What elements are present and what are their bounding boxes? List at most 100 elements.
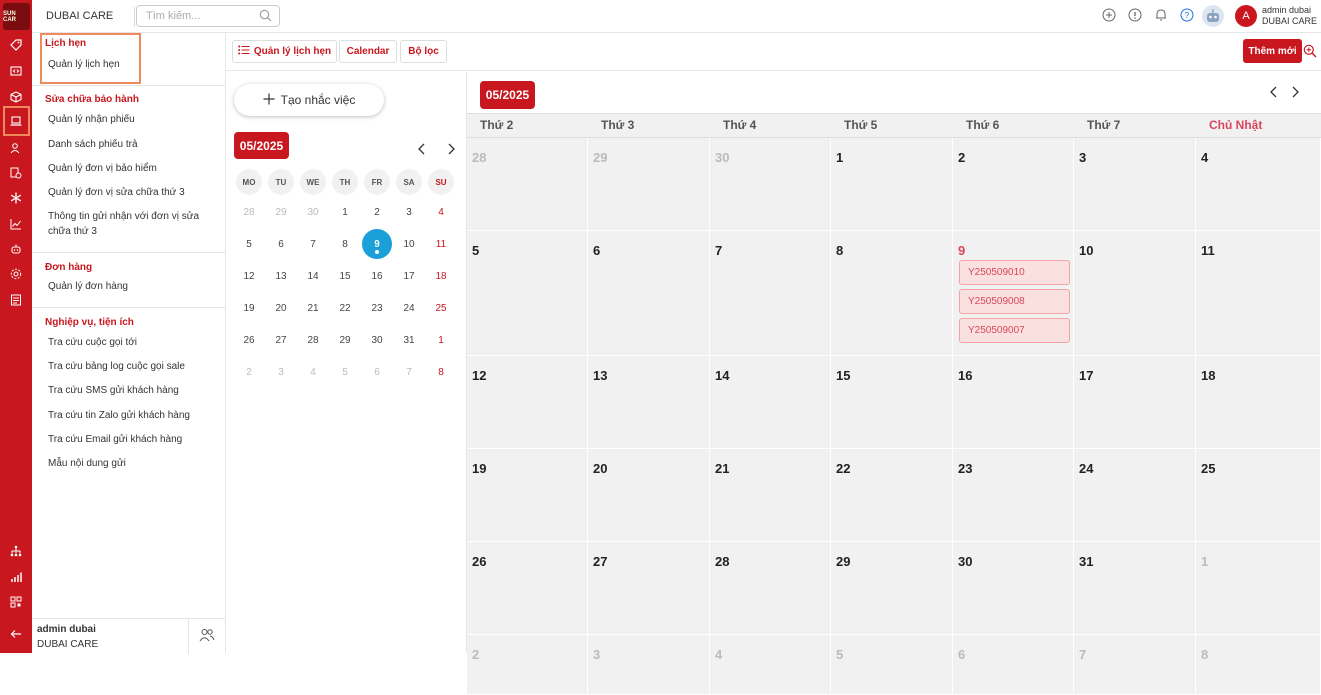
sidebar-item-incoming-calls[interactable]: Tra cứu cuộc gọi tới (48, 335, 218, 350)
mini-day[interactable]: 11 (428, 234, 454, 254)
day-cell[interactable]: 7 (1074, 635, 1196, 695)
info-circle-icon[interactable] (1128, 8, 1142, 27)
day-cell[interactable]: 23 (953, 449, 1074, 542)
sidebar-item-receipts[interactable]: Quản lý nhận phiếu (48, 112, 218, 127)
appointment-event[interactable]: Y250509008 (959, 289, 1070, 314)
mini-day[interactable]: 6 (364, 362, 390, 382)
day-cell[interactable]: 30 (953, 542, 1074, 635)
mini-day[interactable]: 29 (268, 202, 294, 222)
mini-prev-month-icon[interactable] (417, 142, 427, 158)
signal-bars-icon[interactable] (8, 569, 24, 585)
mini-day[interactable]: 14 (300, 266, 326, 286)
arrow-left-icon[interactable] (8, 626, 24, 642)
mini-day[interactable]: 5 (236, 234, 262, 254)
day-cell[interactable]: 29 (588, 138, 710, 231)
day-cell[interactable]: 31 (1074, 542, 1196, 635)
day-cell[interactable]: 6 (588, 231, 710, 356)
day-cell[interactable]: 6 (953, 635, 1074, 695)
mini-day[interactable]: 7 (300, 234, 326, 254)
mini-day[interactable]: 10 (396, 234, 422, 254)
sidebar-item-sms-lookup[interactable]: Tra cứu SMS gửi khách hàng (48, 383, 218, 398)
zoom-in-icon[interactable] (1303, 44, 1317, 63)
app-logo[interactable]: SUN CAR (3, 3, 30, 30)
mini-day[interactable]: 21 (300, 298, 326, 318)
add-new-button[interactable]: Thêm mới (1243, 39, 1302, 63)
mini-day[interactable]: 18 (428, 266, 454, 286)
mini-day[interactable]: 5 (332, 362, 358, 382)
sidebar-item-message-templates[interactable]: Mẫu nội dung gửi (48, 456, 218, 471)
mini-day[interactable]: 25 (428, 298, 454, 318)
bot-avatar-icon[interactable] (1201, 4, 1225, 33)
sidebar-item-return-slips[interactable]: Danh sách phiếu trả (48, 137, 218, 152)
code-icon[interactable] (8, 63, 24, 79)
mini-day[interactable]: 28 (236, 202, 262, 222)
day-cell[interactable]: 15 (831, 356, 953, 449)
settings-icon[interactable] (8, 266, 24, 282)
day-cell[interactable]: 4 (710, 635, 831, 695)
tag-icon[interactable] (8, 37, 24, 53)
robot-icon[interactable] (8, 241, 24, 257)
avatar[interactable]: A (1235, 5, 1257, 27)
day-cell[interactable]: 3 (1074, 138, 1196, 231)
mini-day[interactable]: 2 (364, 202, 390, 222)
mini-day[interactable]: 22 (332, 298, 358, 318)
qr-code-icon[interactable] (8, 594, 24, 610)
day-cell[interactable]: 13 (588, 356, 710, 449)
help-icon[interactable]: ? (1180, 8, 1194, 27)
mini-month-label[interactable]: 05/2025 (234, 132, 289, 159)
day-cell[interactable]: 28 (467, 138, 588, 231)
day-cell[interactable]: 14 (710, 356, 831, 449)
sidebar-item-appointments[interactable]: Quản lý lịch hẹn (48, 57, 218, 72)
day-cell[interactable]: 10 (1074, 231, 1196, 356)
day-cell[interactable]: 19 (467, 449, 588, 542)
mini-day[interactable]: 24 (396, 298, 422, 318)
day-cell[interactable]: 21 (710, 449, 831, 542)
day-cell-today[interactable]: 9 Y250509010 Y250509008 Y250509007 (953, 231, 1074, 356)
sidebar-item-zalo-lookup[interactable]: Tra cứu tin Zalo gửi khách hàng (48, 408, 218, 423)
appointment-event[interactable]: Y250509007 (959, 318, 1070, 343)
tab-filter[interactable]: Bộ lọc (400, 40, 447, 63)
asterisk-icon[interactable] (8, 190, 24, 206)
search-input[interactable]: Tìm kiếm... (136, 5, 280, 27)
mini-day[interactable]: 1 (428, 330, 454, 350)
month-label[interactable]: 05/2025 (480, 81, 535, 109)
day-cell[interactable]: 12 (467, 356, 588, 449)
mini-day[interactable]: 8 (428, 362, 454, 382)
plus-circle-icon[interactable] (1102, 8, 1116, 27)
mini-day[interactable]: 15 (332, 266, 358, 286)
day-cell[interactable]: 29 (831, 542, 953, 635)
day-cell[interactable]: 24 (1074, 449, 1196, 542)
day-cell[interactable]: 17 (1074, 356, 1196, 449)
next-month-icon[interactable] (1290, 85, 1300, 101)
day-cell[interactable]: 18 (1196, 356, 1321, 449)
day-cell[interactable]: 26 (467, 542, 588, 635)
tab-manage-appointments[interactable]: Quản lý lịch hẹn (232, 40, 337, 63)
mini-day[interactable]: 3 (396, 202, 422, 222)
doc-money-icon[interactable] (8, 165, 24, 181)
mini-day[interactable]: 4 (300, 362, 326, 382)
user-info[interactable]: admin dubai DUBAI CARE (1262, 5, 1317, 27)
prev-month-icon[interactable] (1269, 85, 1279, 101)
mini-day[interactable]: 3 (268, 362, 294, 382)
mini-day[interactable]: 20 (268, 298, 294, 318)
laptop-icon[interactable] (8, 113, 24, 129)
mini-day[interactable]: 1 (332, 202, 358, 222)
sidebar-item-third-party-exchange[interactable]: Thông tin gửi nhận với đơn vị sửa chữa t… (48, 209, 208, 239)
mini-day[interactable]: 26 (236, 330, 262, 350)
sidebar-item-third-party-repair[interactable]: Quản lý đơn vị sửa chữa thứ 3 (48, 185, 218, 200)
mini-day[interactable]: 8 (332, 234, 358, 254)
day-cell[interactable]: 27 (588, 542, 710, 635)
search-icon[interactable] (259, 9, 272, 27)
mini-day[interactable]: 28 (300, 330, 326, 350)
day-cell[interactable]: 20 (588, 449, 710, 542)
day-cell[interactable]: 8 (1196, 635, 1321, 695)
day-cell[interactable]: 2 (953, 138, 1074, 231)
mini-day[interactable]: 30 (300, 202, 326, 222)
mini-day-today[interactable]: 9 (362, 229, 392, 259)
sidebar-item-email-lookup[interactable]: Tra cứu Email gửi khách hàng (48, 432, 218, 447)
mini-day[interactable]: 7 (396, 362, 422, 382)
day-cell[interactable]: 5 (831, 635, 953, 695)
day-cell[interactable]: 4 (1196, 138, 1321, 231)
sidebar-item-insurers[interactable]: Quản lý đơn vị bảo hiểm (48, 161, 218, 176)
user-settings-icon[interactable] (8, 140, 24, 156)
